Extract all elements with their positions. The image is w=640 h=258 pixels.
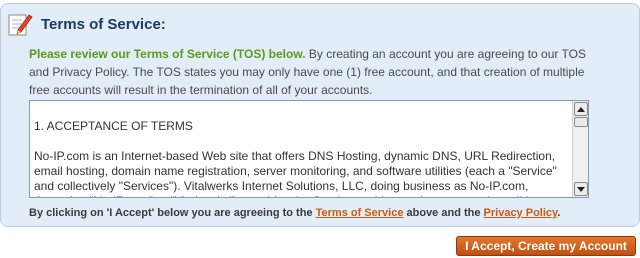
accept-note-middle: above and the [403, 207, 484, 219]
scroll-thumb[interactable] [574, 117, 588, 127]
scroll-up-button[interactable] [574, 102, 588, 116]
pencil-note-icon [8, 14, 33, 36]
tos-textarea[interactable]: 1. ACCEPTANCE OF TERMS No-IP.com is an I… [29, 100, 589, 198]
tos-body: No-IP.com is an Internet-based Web site … [34, 149, 557, 197]
accept-note: By clicking on 'I Accept' below you are … [29, 206, 619, 220]
tos-panel: Terms of Service: Please review our Term… [0, 3, 640, 227]
intro-lead: Please review our Terms of Service (TOS)… [29, 47, 306, 61]
arrow-up-icon [577, 106, 585, 112]
accept-create-account-button[interactable]: I Accept, Create my Account [456, 236, 636, 256]
terms-of-service-link[interactable]: Terms of Service [316, 207, 404, 219]
panel-header: Terms of Service: [7, 10, 627, 38]
page-title: Terms of Service: [41, 15, 166, 33]
privacy-policy-link[interactable]: Privacy Policy [484, 207, 558, 219]
tos-content: 1. ACCEPTANCE OF TERMS No-IP.com is an I… [34, 105, 569, 197]
accept-note-after: . [557, 207, 561, 219]
intro-text: Please review our Terms of Service (TOS)… [29, 45, 599, 99]
accept-note-before: By clicking on 'I Accept' below you are … [29, 207, 316, 219]
tos-heading: 1. ACCEPTANCE OF TERMS [34, 119, 193, 133]
scroll-down-button[interactable] [574, 182, 588, 196]
arrow-down-icon [577, 186, 585, 192]
tos-scrollbar[interactable] [572, 101, 588, 197]
